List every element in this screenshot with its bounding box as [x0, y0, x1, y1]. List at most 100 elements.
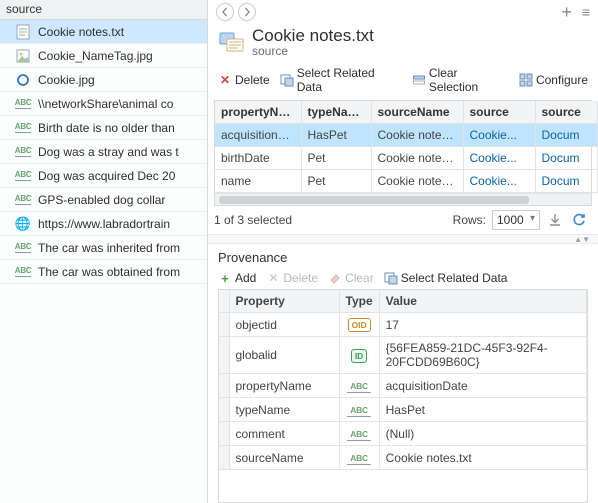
grid-row[interactable]: birthDatePetCookie notes...Cookie...Docu… [215, 147, 598, 170]
grid-cell[interactable]: Cookie... [463, 124, 535, 147]
select-related-label: Select Related Data [297, 66, 402, 94]
prov-rowhead[interactable] [219, 313, 229, 337]
grid-cell[interactable]: HasPet [301, 124, 371, 147]
source-item[interactable]: ABCGPS-enabled dog collar [0, 188, 207, 212]
prov-type-cell: ABC [339, 374, 379, 398]
rows-input[interactable]: 1000 [492, 210, 540, 230]
abc-icon: ABC [14, 192, 32, 208]
prov-type-cell: OID [339, 313, 379, 337]
provenance-grid: Property Type Value objectidOID17globali… [218, 289, 588, 503]
prov-property-cell[interactable]: comment [229, 422, 339, 446]
prov-col-property[interactable]: Property [229, 290, 339, 313]
prov-row[interactable]: commentABC(Null) [219, 422, 587, 446]
refresh-button[interactable] [570, 211, 588, 229]
prov-property-cell[interactable]: typeName [229, 398, 339, 422]
grid-cell[interactable]: Cookie notes... [371, 124, 463, 147]
document-subtitle: source [252, 44, 374, 58]
grid-cell[interactable]: Cookie... [463, 147, 535, 170]
prov-row[interactable]: objectidOID17 [219, 313, 587, 337]
source-item[interactable]: ABC\\networkShare\animal co [0, 92, 207, 116]
prov-value-cell[interactable]: (Null) [379, 422, 586, 446]
prov-type-cell: ABC [339, 422, 379, 446]
prov-rowhead[interactable] [219, 337, 229, 374]
abc-icon: ABC [14, 264, 32, 280]
grid-cell[interactable]: Docum [535, 147, 597, 170]
grid-cell[interactable]: Pet [301, 147, 371, 170]
select-related-icon [280, 73, 294, 87]
panel-splitter[interactable]: ▲▼ [208, 234, 598, 244]
source-item[interactable]: ABCThe car was inherited from [0, 236, 207, 260]
scrollbar-thumb[interactable] [219, 196, 529, 204]
grid-header-cell[interactable]: sourceName [371, 101, 463, 124]
prov-property-cell[interactable]: globalid [229, 337, 339, 374]
source-item[interactable]: Cookie.jpg [0, 68, 207, 92]
grid-row[interactable]: namePetCookie notes...Cookie...Docum▾ [215, 170, 598, 193]
grid-cell[interactable]: Cookie notes... [371, 170, 463, 193]
prov-rowhead[interactable] [219, 374, 229, 398]
prov-select-related-action[interactable]: Select Related Data [384, 271, 508, 285]
prov-value-cell[interactable]: HasPet [379, 398, 586, 422]
select-related-icon [384, 271, 398, 285]
clear-selection-action[interactable]: Clear Selection [412, 66, 509, 94]
arrow-right-icon [242, 7, 252, 17]
prov-property-cell[interactable]: objectid [229, 313, 339, 337]
source-item[interactable]: ABCDog was a stray and was t [0, 140, 207, 164]
source-item[interactable]: Cookie_NameTag.jpg [0, 44, 207, 68]
configure-action[interactable]: Configure [519, 73, 588, 87]
source-item[interactable]: ABCDog was acquired Dec 20 [0, 164, 207, 188]
source-item[interactable]: ABCThe car was obtained from [0, 260, 207, 284]
export-button[interactable] [546, 211, 564, 229]
source-item[interactable]: 🌐https://www.labradortrain [0, 212, 207, 236]
source-item-label: Dog was acquired Dec 20 [38, 169, 175, 183]
prov-row[interactable]: propertyNameABCacquisitionDate [219, 374, 587, 398]
grid-cell[interactable]: acquisitionD... [215, 124, 301, 147]
delete-action[interactable]: ✕ Delete [218, 73, 270, 87]
prov-property-cell[interactable]: sourceName [229, 446, 339, 470]
grid-cell[interactable]: Cookie notes... [371, 147, 463, 170]
prov-row[interactable]: sourceNameABCCookie notes.txt [219, 446, 587, 470]
add-button[interactable]: + [561, 3, 572, 21]
document-type-icon [218, 28, 246, 56]
prov-clear-action: Clear [328, 271, 374, 285]
prov-row[interactable]: typeNameABCHasPet [219, 398, 587, 422]
nav-forward-button[interactable] [238, 3, 256, 21]
source-item[interactable]: ABCBirth date is no older than [0, 116, 207, 140]
select-related-action[interactable]: Select Related Data [280, 66, 402, 94]
grid-header-cell[interactable]: typeName [301, 101, 371, 124]
prov-col-value[interactable]: Value [379, 290, 586, 313]
prov-add-action[interactable]: + Add [218, 271, 256, 285]
image-file-icon [14, 48, 32, 64]
grid-row[interactable]: acquisitionD...HasPetCookie notes...Cook… [215, 124, 598, 147]
document-header: Cookie notes.txt source [208, 24, 598, 62]
grid-header-cell[interactable]: source [535, 101, 597, 124]
prov-select-related-label: Select Related Data [401, 271, 508, 285]
grid-header-cell[interactable]: propertyName [215, 101, 301, 124]
prov-row[interactable]: globalidID{56FEA859-21DC-45F3-92F4-20FCD… [219, 337, 587, 374]
grid-cell[interactable]: Pet [301, 170, 371, 193]
provenance-actions: + Add ✕ Delete Clear Selec [218, 271, 588, 285]
main-panel: + ≡ Cookie notes.txt source ✕ De [208, 0, 598, 503]
grid-cell[interactable]: name [215, 170, 301, 193]
prov-value-cell[interactable]: Cookie notes.txt [379, 446, 586, 470]
grid-header-cell[interactable]: source [463, 101, 535, 124]
nav-back-button[interactable] [216, 3, 234, 21]
menu-button[interactable]: ≡ [582, 5, 590, 19]
source-item[interactable]: Cookie notes.txt [0, 20, 207, 44]
prov-property-cell[interactable]: propertyName [229, 374, 339, 398]
document-title: Cookie notes.txt [252, 26, 374, 46]
horizontal-scrollbar[interactable] [215, 193, 591, 205]
prov-rowhead[interactable] [219, 446, 229, 470]
provenance-title: Provenance [218, 250, 588, 265]
grid-cell[interactable]: Docum [535, 124, 597, 147]
prov-type-cell: ABC [339, 398, 379, 422]
prov-value-cell[interactable]: 17 [379, 313, 586, 337]
plus-icon: + [218, 271, 232, 285]
grid-cell[interactable]: Cookie... [463, 170, 535, 193]
prov-rowhead[interactable] [219, 398, 229, 422]
prov-value-cell[interactable]: {56FEA859-21DC-45F3-92F4-20FCDD69B60C} [379, 337, 586, 374]
grid-cell[interactable]: Docum [535, 170, 597, 193]
prov-value-cell[interactable]: acquisitionDate [379, 374, 586, 398]
grid-cell[interactable]: birthDate [215, 147, 301, 170]
prov-col-type[interactable]: Type [339, 290, 379, 313]
prov-rowhead[interactable] [219, 422, 229, 446]
